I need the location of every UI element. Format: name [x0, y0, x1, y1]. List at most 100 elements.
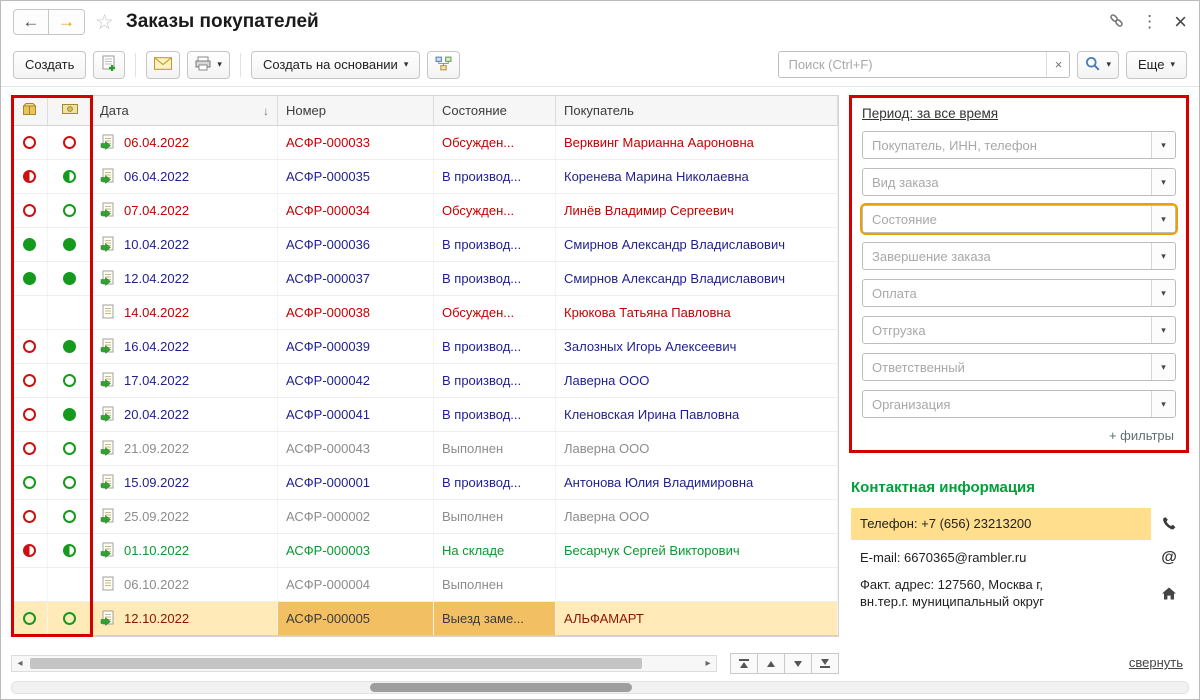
date-column-header[interactable]: Дата ↓ [92, 96, 278, 125]
order-date: 06.04.2022 [124, 169, 190, 184]
more-button[interactable]: Еще ▾ [1126, 50, 1187, 79]
email-envelope-icon [154, 56, 173, 73]
shipment-status-cell [12, 568, 48, 601]
payment-status-icon [63, 510, 76, 523]
print-button[interactable]: ▾ [187, 50, 230, 79]
state-cell: На складе [434, 534, 556, 567]
period-link[interactable]: Период: за все время [862, 106, 998, 121]
table-row[interactable]: 20.04.2022 АСФР-000041 В производ... Кле… [12, 398, 838, 432]
page-up-button[interactable] [757, 653, 785, 674]
filter-input[interactable] [862, 168, 1176, 196]
filter-input[interactable] [862, 316, 1176, 344]
contact-phone-row[interactable]: Телефон: +7 (656) 23213200 [851, 508, 1187, 540]
scrollbar-thumb[interactable] [30, 658, 642, 669]
filter-input[interactable] [862, 353, 1176, 381]
close-icon[interactable]: × [1174, 11, 1187, 33]
state-cell: Выполнен [434, 432, 556, 465]
table-row[interactable]: 06.04.2022 АСФР-000033 Обсужден... Веркв… [12, 126, 838, 160]
go-to-last-button[interactable] [811, 653, 839, 674]
at-sign-icon[interactable]: @ [1151, 549, 1187, 567]
state-column-header[interactable]: Состояние [434, 96, 556, 125]
back-button[interactable]: ← [13, 9, 49, 35]
order-date: 25.09.2022 [124, 509, 190, 524]
search-input[interactable] [778, 51, 1071, 78]
document-icon [100, 474, 117, 491]
dropdown-button[interactable] [1151, 317, 1175, 343]
scrollbar-track[interactable] [28, 656, 700, 671]
table-row[interactable]: 06.10.2022 АСФР-000004 Выполнен [12, 568, 838, 602]
favorite-star-icon[interactable]: ☆ [95, 10, 114, 35]
menu-dots-icon[interactable]: ⋮ [1141, 12, 1158, 32]
contact-info-section: Контактная информация Телефон: +7 (656) … [849, 479, 1189, 620]
number-cell: АСФР-000036 [278, 228, 434, 261]
scroll-left-icon[interactable]: ◂ [12, 658, 28, 669]
contact-info-title: Контактная информация [851, 479, 1036, 496]
number-cell: АСФР-000035 [278, 160, 434, 193]
create-button[interactable]: Создать [13, 50, 87, 79]
send-email-button[interactable] [146, 50, 181, 79]
date-cell: 14.04.2022 [92, 296, 278, 329]
table-row[interactable]: 12.04.2022 АСФР-000037 В производ... Сми… [12, 262, 838, 296]
dropdown-button[interactable] [1151, 243, 1175, 269]
document-icon [100, 304, 117, 321]
table-row[interactable]: 15.09.2022 АСФР-000001 В производ... Ант… [12, 466, 838, 500]
create-copy-button[interactable] [93, 50, 126, 79]
contact-address-row[interactable]: Факт. адрес: 127560, Москва г, вн.тер.г.… [851, 576, 1187, 611]
shipment-status-icon [23, 340, 36, 353]
dropdown-button[interactable] [1151, 132, 1175, 158]
collapse-link[interactable]: свернуть [1129, 655, 1183, 670]
number-cell: АСФР-000042 [278, 364, 434, 397]
sort-descending-icon: ↓ [263, 103, 269, 118]
related-documents-button[interactable] [427, 50, 461, 79]
dropdown-button[interactable] [1151, 391, 1175, 417]
phone-icon[interactable] [1151, 516, 1187, 531]
contact-email-row[interactable]: E-mail: 6670365@rambler.ru @ [851, 549, 1187, 567]
search-button[interactable]: ▾ [1077, 50, 1120, 79]
filters-list [860, 131, 1178, 418]
table-row[interactable]: 10.04.2022 АСФР-000036 В производ... Сми… [12, 228, 838, 262]
shipment-column-header[interactable] [12, 96, 48, 125]
payment-status-cell [48, 126, 92, 159]
table-row[interactable]: 17.04.2022 АСФР-000042 В производ... Лав… [12, 364, 838, 398]
more-filters-link[interactable]: + фильтры [862, 427, 1176, 446]
dropdown-button[interactable] [1151, 354, 1175, 380]
filter-input[interactable] [862, 131, 1176, 159]
table-row[interactable]: 07.04.2022 АСФР-000034 Обсужден... Линёв… [12, 194, 838, 228]
table-row[interactable]: 21.09.2022 АСФР-000043 Выполнен Лаверна … [12, 432, 838, 466]
dropdown-button[interactable] [1151, 206, 1175, 232]
home-icon[interactable] [1151, 586, 1187, 601]
state-cell: В производ... [434, 364, 556, 397]
table-row[interactable]: 16.04.2022 АСФР-000039 В производ... Зал… [12, 330, 838, 364]
payment-status-cell [48, 466, 92, 499]
table-row[interactable]: 12.10.2022 АСФР-000005 Выезд заме... АЛЬ… [12, 602, 838, 636]
link-icon[interactable] [1108, 12, 1125, 32]
filter-input[interactable] [862, 242, 1176, 270]
forward-button[interactable]: → [49, 9, 85, 35]
table-row[interactable]: 25.09.2022 АСФР-000002 Выполнен Лаверна … [12, 500, 838, 534]
number-column-header[interactable]: Номер [278, 96, 434, 125]
table-row[interactable]: 14.04.2022 АСФР-000038 Обсужден... Крюко… [12, 296, 838, 330]
window-horizontal-scrollbar[interactable] [11, 681, 1189, 694]
customer-column-header[interactable]: Покупатель [556, 96, 838, 125]
window-scrollbar-thumb[interactable] [370, 683, 632, 692]
caret-icon: ▾ [1170, 59, 1175, 69]
create-based-on-button[interactable]: Создать на основании ▾ [250, 50, 421, 79]
scroll-right-icon[interactable]: ▸ [700, 658, 716, 669]
filter-input[interactable] [862, 279, 1176, 307]
table-row[interactable]: 06.04.2022 АСФР-000035 В производ... Кор… [12, 160, 838, 194]
page-down-button[interactable] [784, 653, 812, 674]
order-state: В производ... [442, 271, 522, 286]
filter-input[interactable] [862, 205, 1176, 233]
filter-input[interactable] [862, 390, 1176, 418]
go-to-first-button[interactable] [730, 653, 758, 674]
state-cell: В производ... [434, 262, 556, 295]
date-cell: 25.09.2022 [92, 500, 278, 533]
dropdown-button[interactable] [1151, 169, 1175, 195]
page-title: Заказы покупателей [125, 11, 319, 32]
clear-search-icon[interactable]: × [1046, 52, 1070, 77]
dropdown-button[interactable] [1151, 280, 1175, 306]
payment-column-header[interactable] [48, 96, 92, 125]
list-navigation-buttons [730, 653, 839, 674]
table-horizontal-scrollbar[interactable]: ◂ ▸ [11, 655, 717, 672]
table-row[interactable]: 01.10.2022 АСФР-000003 На складе Бесарчу… [12, 534, 838, 568]
